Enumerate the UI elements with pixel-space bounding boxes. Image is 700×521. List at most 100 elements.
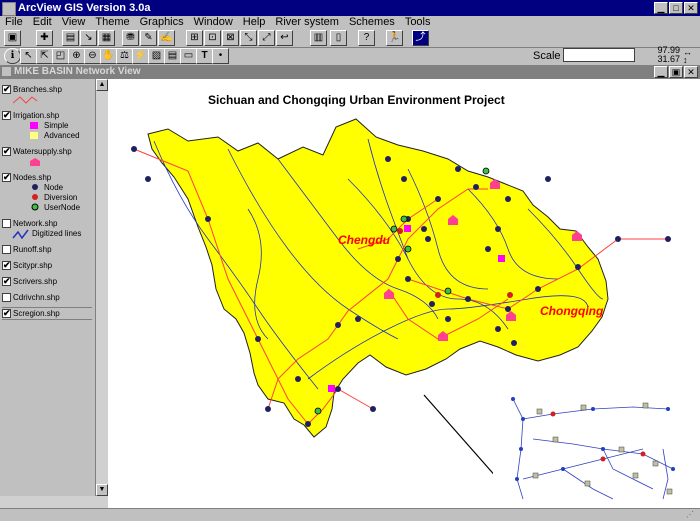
scale-input[interactable] <box>563 48 635 62</box>
city-label-chongqing: Chongqing <box>540 304 604 318</box>
zoom-active-button[interactable]: ⊡ <box>204 30 221 46</box>
menu-river-system[interactable]: River system <box>270 16 344 29</box>
cursor-coordinates: 97.99 31.67 <box>650 46 680 64</box>
measure-tool[interactable]: ⚖ <box>116 48 133 64</box>
legend-usernode: UserNode <box>44 203 81 212</box>
text-label-tool[interactable]: ▭ <box>180 48 197 64</box>
theme-properties-button[interactable]: ▤ <box>62 30 79 46</box>
layer-checkbox[interactable]: ✔ <box>2 147 11 156</box>
zoom-in-tool[interactable]: ⊕ <box>68 48 85 64</box>
graph-button[interactable]: ⤴ <box>412 30 429 46</box>
identify-tool[interactable]: ℹ <box>4 48 21 64</box>
toc-vertical-scrollbar[interactable]: ▲ ▼ <box>95 79 108 496</box>
layer-checkbox[interactable]: ✔ <box>2 277 11 286</box>
menu-tools[interactable]: Tools <box>400 16 436 29</box>
menu-schemes[interactable]: Schemes <box>344 16 400 29</box>
menu-window[interactable]: Window <box>189 16 238 29</box>
app-titlebar: ArcView GIS Version 3.0a ▁ □ ✕ <box>0 0 700 16</box>
view-maximize-button[interactable]: ▣ <box>669 66 683 78</box>
layer-checkbox[interactable]: ✔ <box>2 173 11 182</box>
view-close-button[interactable]: ✕ <box>684 66 698 78</box>
zoom-selected-button[interactable]: ⊠ <box>222 30 239 46</box>
legend-diversion: Diversion <box>44 193 78 202</box>
layer-name: Network.shp <box>13 219 58 228</box>
maximize-button[interactable]: □ <box>669 2 683 14</box>
layer-checkbox[interactable] <box>2 245 11 254</box>
layer-checkbox[interactable] <box>2 293 11 302</box>
coord-y: 31.67 <box>657 54 680 64</box>
layer-checkbox[interactable]: ✔ <box>2 309 11 318</box>
view-minimize-button[interactable]: ▁ <box>654 66 668 78</box>
open-table-button[interactable]: ▦ <box>98 30 115 46</box>
menu-view[interactable]: View <box>57 16 91 29</box>
map-title: Sichuan and Chongqing Urban Environment … <box>208 93 505 107</box>
vertex-edit-tool[interactable]: ⇱ <box>36 48 53 64</box>
coord-arrows-icon: ↔ ↕ <box>683 47 692 65</box>
scroll-down-arrow-icon[interactable]: ▼ <box>96 484 108 496</box>
legend-advanced: Advanced <box>44 131 80 140</box>
app-title: ArcView GIS Version 3.0a <box>18 2 151 14</box>
city-label-chengdu: Chengdu <box>338 233 390 247</box>
query-builder-button[interactable]: ✍ <box>158 30 175 46</box>
menu-help[interactable]: Help <box>238 16 271 29</box>
menu-file[interactable]: File <box>0 16 28 29</box>
save-project-button[interactable]: ▣ <box>4 30 21 46</box>
view-window-icon[interactable] <box>2 67 11 76</box>
legend-digitized-lines: Digitized lines <box>32 229 82 238</box>
menu-theme[interactable]: Theme <box>90 16 134 29</box>
layer-scregion[interactable]: ✔ Scregion.shp <box>2 307 92 320</box>
minimize-button[interactable]: ▁ <box>654 2 668 14</box>
legend-simple: Simple <box>44 121 69 130</box>
zoom-out-tool[interactable]: ⊖ <box>84 48 101 64</box>
run-button[interactable]: 🏃 <box>386 30 403 46</box>
layout-button[interactable]: ▥ <box>310 30 327 46</box>
watersupply-house-icon <box>30 158 40 166</box>
zoom-previous-button[interactable]: ↩ <box>276 30 293 46</box>
scroll-up-arrow-icon[interactable]: ▲ <box>96 79 108 91</box>
edit-legend-button[interactable]: ↘ <box>80 30 97 46</box>
draw-point-tool[interactable]: • <box>212 48 229 64</box>
locate-button[interactable]: ✎ <box>140 30 157 46</box>
layer-checkbox[interactable]: ✔ <box>2 111 11 120</box>
map-canvas[interactable] <box>108 79 700 508</box>
layer-checkbox[interactable] <box>2 219 11 228</box>
resize-grip-icon[interactable]: ⋰ <box>686 510 696 520</box>
help-button[interactable]: ? <box>358 30 375 46</box>
zoom-out-button[interactable]: ⤢ <box>258 30 275 46</box>
add-theme-button[interactable]: ✚ <box>36 30 53 46</box>
layer-checkbox[interactable]: ✔ <box>2 85 11 94</box>
map-view[interactable]: Sichuan and Chongqing Urban Environment … <box>108 79 700 508</box>
layer-name: Runoff.shp <box>13 245 52 254</box>
nodes-legend-symbols <box>31 184 39 211</box>
digitized-lines-icon <box>12 229 29 240</box>
layer-name: Scrivers.shp <box>13 277 58 286</box>
pointer-tool[interactable]: ↖ <box>20 48 37 64</box>
text-tool[interactable]: T <box>196 48 213 64</box>
menu-edit[interactable]: Edit <box>28 16 57 29</box>
arcview-app-icon[interactable] <box>2 2 16 16</box>
layer-name: Scitypr.shp <box>13 261 53 270</box>
branches-line-icon <box>12 96 38 104</box>
zoom-full-button[interactable]: ⊞ <box>186 30 203 46</box>
find-button[interactable]: ⛃ <box>122 30 139 46</box>
view-title: MIKE BASIN Network View <box>14 66 141 77</box>
zoom-in-button[interactable]: ⤡ <box>240 30 257 46</box>
hotlink-tool[interactable]: ⚡ <box>132 48 149 64</box>
label-tool[interactable]: ▤ <box>164 48 181 64</box>
layer-name: Nodes.shp <box>13 173 52 182</box>
pan-tool[interactable]: ✋ <box>100 48 117 64</box>
chart-button[interactable]: ▯ <box>330 30 347 46</box>
toc-horizontal-scrollbar[interactable] <box>0 496 108 508</box>
layer-name: Scregion.shp <box>13 309 60 318</box>
close-button[interactable]: ✕ <box>684 2 698 14</box>
area-of-interest-tool[interactable]: ▨ <box>148 48 165 64</box>
view-window-titlebar: MIKE BASIN Network View ▁ ▣ ✕ <box>0 65 700 79</box>
layer-name: Watersupply.shp <box>13 147 72 156</box>
select-feature-tool[interactable]: ◰ <box>52 48 69 64</box>
layer-name: Cdrivchn.shp <box>13 293 60 302</box>
layer-checkbox[interactable]: ✔ <box>2 261 11 270</box>
table-of-contents: ✔ Branches.shp ✔ Irrigation.shp Simple A… <box>0 79 95 509</box>
inset-network <box>493 389 693 507</box>
menu-graphics[interactable]: Graphics <box>135 16 189 29</box>
menu-bar: File Edit View Theme Graphics Window Help River… <box>0 16 700 29</box>
